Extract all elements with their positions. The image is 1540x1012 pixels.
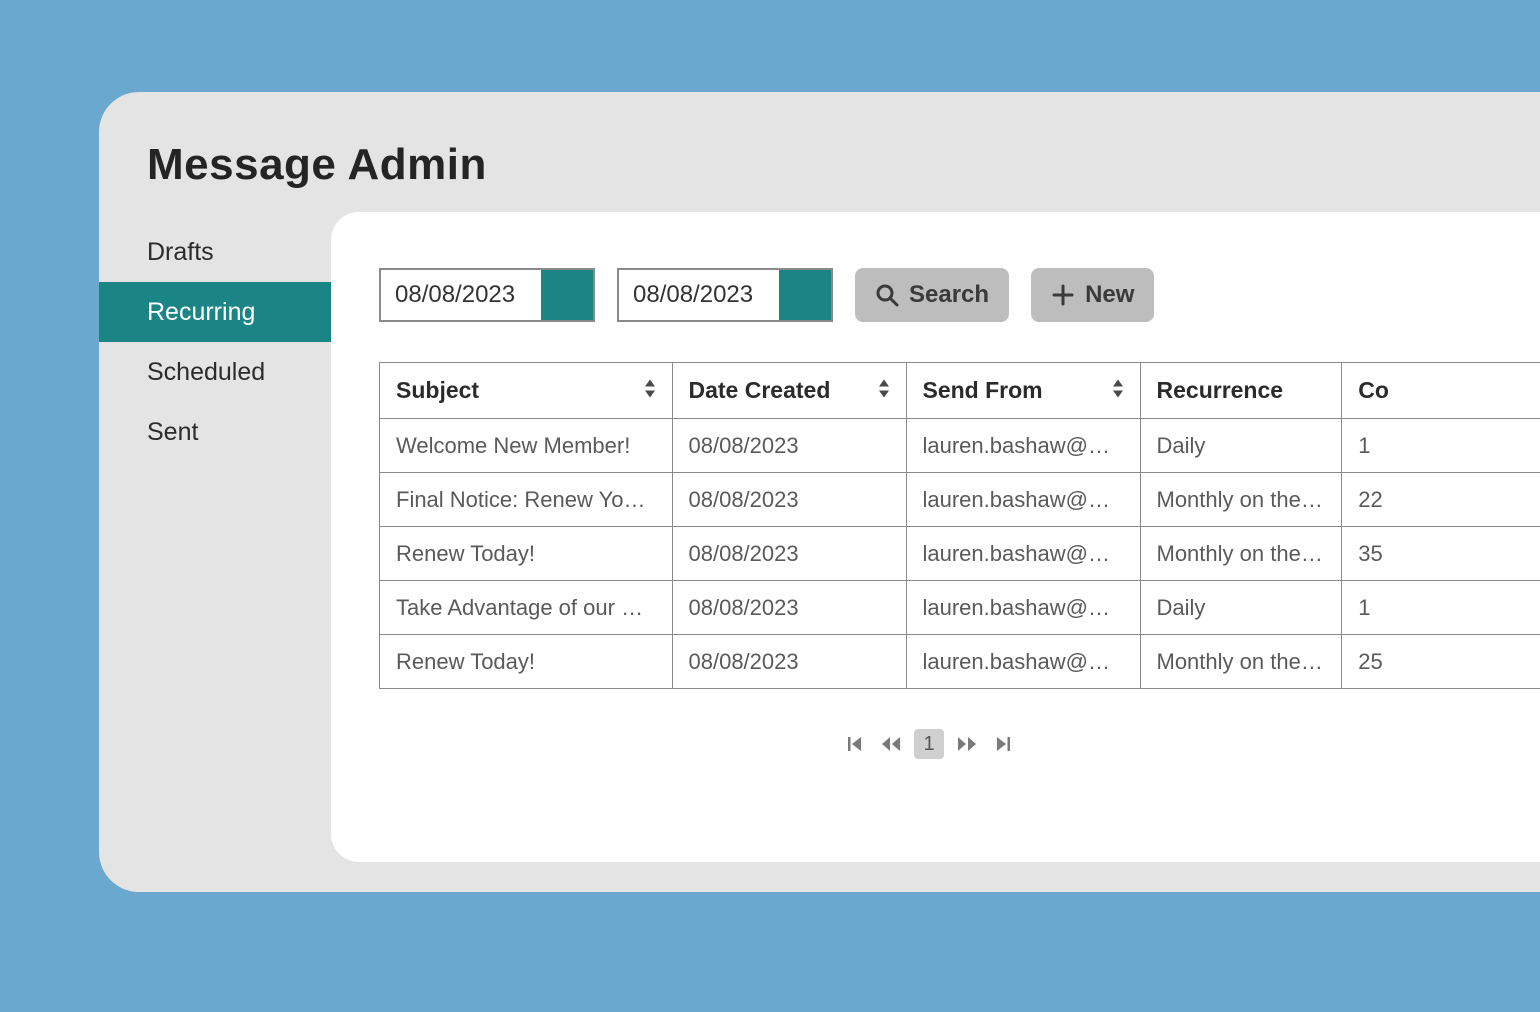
sidebar-item-label: Drafts — [147, 238, 214, 267]
cell-from: lauren.bashaw@weblin... — [906, 473, 1140, 527]
table-row[interactable]: Welcome New Member! 08/08/2023 lauren.ba… — [380, 419, 1540, 473]
col-header-label: Date Created — [689, 377, 831, 403]
pager: 1 — [379, 729, 1479, 759]
cell-recurrence: Monthly on the 15th — [1140, 635, 1342, 689]
col-header-label: Co — [1358, 377, 1389, 403]
col-header-label: Send From — [923, 377, 1043, 403]
content-panel: Search New Subject — [331, 212, 1540, 862]
plus-icon — [1051, 283, 1075, 307]
cell-count: 22 — [1342, 473, 1540, 527]
cell-recurrence: Daily — [1140, 419, 1342, 473]
col-header-count[interactable]: Co — [1342, 363, 1540, 419]
table-row[interactable]: Renew Today! 08/08/2023 lauren.bashaw@we… — [380, 527, 1540, 581]
cell-date: 08/08/2023 — [672, 473, 906, 527]
col-header-date-created[interactable]: Date Created — [672, 363, 906, 419]
cell-count: 35 — [1342, 527, 1540, 581]
table-row[interactable]: Final Notice: Renew Your Mem... 08/08/20… — [380, 473, 1540, 527]
date-from-field[interactable] — [379, 268, 595, 322]
date-to-picker-button[interactable] — [779, 270, 831, 320]
sidebar-item-recurring[interactable]: Recurring — [99, 282, 331, 342]
pager-prev-icon[interactable] — [876, 733, 906, 755]
sort-icon — [642, 377, 658, 404]
cell-date: 08/08/2023 — [672, 635, 906, 689]
cell-date: 08/08/2023 — [672, 527, 906, 581]
cell-count: 1 — [1342, 581, 1540, 635]
cell-from: lauren.bashaw@weblin... — [906, 635, 1140, 689]
sort-icon — [1110, 377, 1126, 404]
pager-last-icon[interactable] — [990, 733, 1016, 755]
sidebar-item-label: Sent — [147, 418, 198, 447]
pager-next-icon[interactable] — [952, 733, 982, 755]
sidebar-item-label: Scheduled — [147, 358, 265, 387]
cell-date: 08/08/2023 — [672, 581, 906, 635]
messages-table-wrap: Subject Date Created Send From Recu — [379, 362, 1479, 689]
table-row[interactable]: Renew Today! 08/08/2023 lauren.bashaw@we… — [380, 635, 1540, 689]
cell-recurrence: Monthly on the 9th — [1140, 473, 1342, 527]
date-from-input[interactable] — [381, 270, 541, 320]
cell-subject: Renew Today! — [380, 527, 673, 581]
col-header-recurrence[interactable]: Recurrence — [1140, 363, 1342, 419]
date-to-field[interactable] — [617, 268, 833, 322]
new-button-label: New — [1085, 281, 1134, 309]
pager-page-number[interactable]: 1 — [914, 729, 944, 759]
cell-from: lauren.bashaw@weblin... — [906, 419, 1140, 473]
cell-from: lauren.bashaw@weblin... — [906, 527, 1140, 581]
cell-count: 25 — [1342, 635, 1540, 689]
col-header-send-from[interactable]: Send From — [906, 363, 1140, 419]
table-row[interactable]: Take Advantage of our Netwo... 08/08/202… — [380, 581, 1540, 635]
col-header-subject[interactable]: Subject — [380, 363, 673, 419]
cell-subject: Renew Today! — [380, 635, 673, 689]
cell-recurrence: Daily — [1140, 581, 1342, 635]
app-card: Message Admin Drafts Recurring Scheduled… — [99, 92, 1540, 892]
sidebar-item-sent[interactable]: Sent — [99, 402, 331, 462]
search-button[interactable]: Search — [855, 268, 1009, 322]
cell-recurrence: Monthly on the 10th — [1140, 527, 1342, 581]
new-button[interactable]: New — [1031, 268, 1154, 322]
sort-icon — [876, 377, 892, 404]
sidebar: Drafts Recurring Scheduled Sent — [99, 222, 331, 462]
cell-subject: Take Advantage of our Netwo... — [380, 581, 673, 635]
toolbar: Search New — [379, 268, 1540, 322]
cell-subject: Welcome New Member! — [380, 419, 673, 473]
cell-count: 1 — [1342, 419, 1540, 473]
col-header-label: Subject — [396, 377, 479, 403]
sidebar-item-label: Recurring — [147, 298, 255, 327]
col-header-label: Recurrence — [1157, 377, 1284, 403]
cell-from: lauren.bashaw@weblin... — [906, 581, 1140, 635]
search-icon — [875, 283, 899, 307]
pager-first-icon[interactable] — [842, 733, 868, 755]
date-to-input[interactable] — [619, 270, 779, 320]
sidebar-item-drafts[interactable]: Drafts — [99, 222, 331, 282]
page-title: Message Admin — [147, 140, 487, 190]
sidebar-item-scheduled[interactable]: Scheduled — [99, 342, 331, 402]
cell-date: 08/08/2023 — [672, 419, 906, 473]
search-button-label: Search — [909, 281, 989, 309]
date-from-picker-button[interactable] — [541, 270, 593, 320]
messages-table: Subject Date Created Send From Recu — [379, 362, 1540, 689]
cell-subject: Final Notice: Renew Your Mem... — [380, 473, 673, 527]
